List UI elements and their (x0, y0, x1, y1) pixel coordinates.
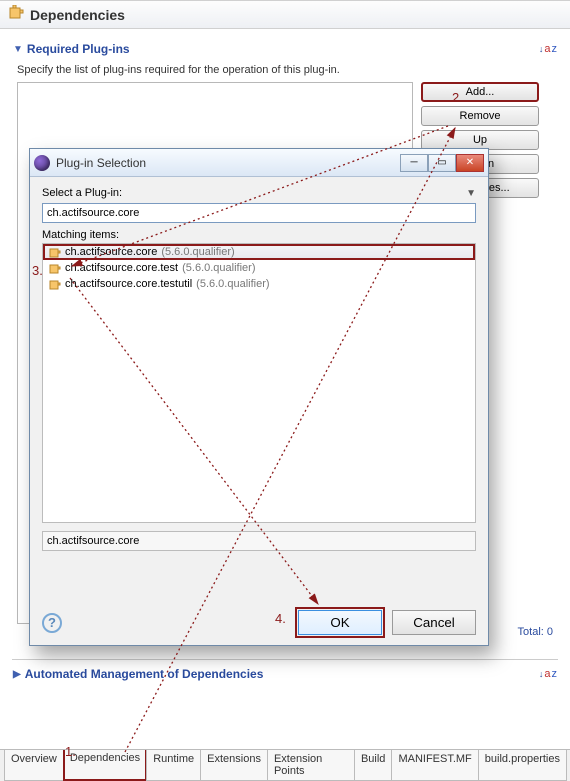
up-button[interactable]: Up (421, 130, 539, 150)
list-item[interactable]: ch.actifsource.core.test (5.6.0.qualifie… (43, 260, 475, 276)
eclipse-icon (34, 155, 50, 171)
dialog-title: Plug-in Selection (56, 156, 146, 170)
plugin-icon (49, 262, 61, 274)
sort-az-icon[interactable]: ↓az (539, 43, 557, 55)
tab-build-properties[interactable]: build.properties (478, 750, 567, 781)
ok-button[interactable]: OK (298, 610, 382, 635)
close-button[interactable]: ✕ (456, 154, 484, 172)
help-icon[interactable]: ? (42, 613, 62, 633)
item-version: (5.6.0.qualifier) (182, 262, 255, 274)
required-plugins-header[interactable]: ▼ Required Plug-ins ↓az (13, 38, 557, 60)
selected-plugin-display (42, 531, 476, 551)
editor-tabs: Overview Dependencies Runtime Extensions… (0, 749, 570, 781)
tab-manifest[interactable]: MANIFEST.MF (391, 750, 478, 781)
tab-overview[interactable]: Overview (4, 750, 64, 781)
tab-runtime[interactable]: Runtime (146, 750, 201, 781)
item-version: (5.6.0.qualifier) (196, 278, 269, 290)
remove-button[interactable]: Remove (421, 106, 539, 126)
list-item[interactable]: ch.actifsource.core (5.6.0.qualifier) (43, 244, 475, 260)
list-item[interactable]: ch.actifsource.core.testutil (5.6.0.qual… (43, 276, 475, 292)
automated-title: Automated Management of Dependencies (25, 667, 264, 681)
matching-items-label: Matching items: (42, 229, 476, 241)
section-divider (12, 659, 558, 660)
automated-header[interactable]: ▶ Automated Management of Dependencies ↓… (13, 663, 557, 685)
plugin-icon (49, 278, 61, 290)
plugin-selection-dialog: Plug-in Selection ─ ▭ ✕ Select a Plug-in… (29, 148, 489, 646)
matching-items-list[interactable]: ch.actifsource.core (5.6.0.qualifier) ch… (42, 243, 476, 523)
tab-extensions[interactable]: Extensions (200, 750, 268, 781)
required-plugins-desc: Specify the list of plug-ins required fo… (17, 64, 553, 76)
select-plugin-label: Select a Plug-in: (42, 187, 122, 199)
twistie-right-icon: ▶ (13, 669, 21, 680)
filter-input[interactable] (42, 203, 476, 223)
item-name: ch.actifsource.core.testutil (65, 278, 192, 290)
item-name: ch.actifsource.core (65, 246, 157, 258)
sort-az-icon[interactable]: ↓az (539, 668, 557, 680)
plugin-page-icon (8, 5, 24, 24)
dropdown-arrow-icon[interactable]: ▼ (466, 188, 476, 199)
add-button[interactable]: Add... (421, 82, 539, 102)
maximize-button[interactable]: ▭ (428, 154, 456, 172)
page-title: Dependencies (30, 7, 125, 23)
item-version: (5.6.0.qualifier) (161, 246, 234, 258)
plugin-icon (49, 246, 61, 258)
tab-dependencies[interactable]: Dependencies (63, 750, 147, 781)
tab-build[interactable]: Build (354, 750, 392, 781)
cancel-button[interactable]: Cancel (392, 610, 476, 635)
minimize-button[interactable]: ─ (400, 154, 428, 172)
dialog-titlebar[interactable]: Plug-in Selection ─ ▭ ✕ (30, 149, 488, 177)
item-name: ch.actifsource.core.test (65, 262, 178, 274)
twistie-down-icon: ▼ (13, 44, 23, 55)
automated-section: ▶ Automated Management of Dependencies ↓… (12, 662, 558, 686)
tab-extension-points[interactable]: Extension Points (267, 750, 355, 781)
page-header: Dependencies (0, 0, 570, 29)
required-plugins-title: Required Plug-ins (27, 42, 130, 56)
